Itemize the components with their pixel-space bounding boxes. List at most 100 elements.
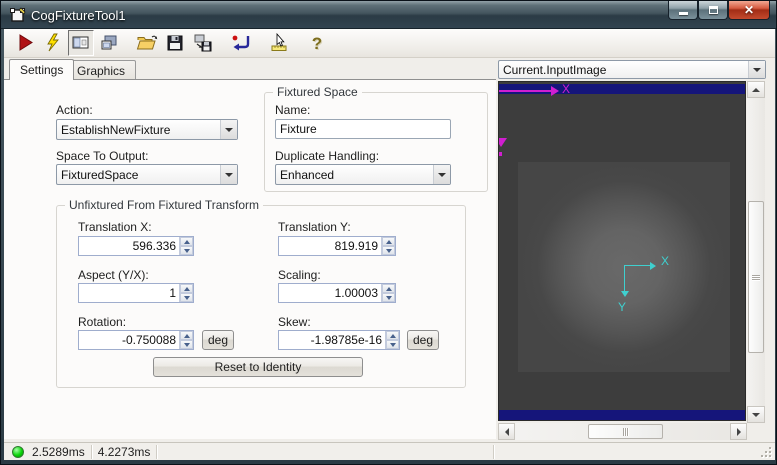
space-to-output-selected-value: FixturedSpace [57, 168, 220, 182]
spin-down-button[interactable] [180, 293, 193, 302]
measure-button[interactable] [266, 30, 292, 56]
title-bar[interactable]: CogFixtureTool1 [1, 1, 777, 29]
tab-settings[interactable]: Settings [9, 59, 74, 80]
duplicate-handling-dropdown[interactable]: Enhanced [275, 164, 451, 185]
status-divider [493, 445, 494, 459]
spin-down-button[interactable] [180, 340, 193, 349]
rotation-deg-button[interactable]: deg [202, 330, 234, 350]
cyan-y-arrowhead-icon [621, 291, 629, 297]
image-bottom-band [499, 410, 746, 420]
skew-spinner [385, 331, 399, 349]
lightning-icon [43, 33, 63, 53]
spin-up-button[interactable] [180, 237, 193, 246]
scaling-label: Scaling: [278, 268, 321, 282]
aspect-field [78, 283, 194, 303]
cyan-x-axis-label: X [661, 254, 669, 268]
magenta-x-arrowhead-icon [551, 86, 559, 96]
image-pane-toggle-button[interactable] [68, 30, 94, 56]
status-divider [156, 445, 157, 459]
vertical-scrollbar[interactable] [747, 81, 765, 423]
dropdown-arrow-icon[interactable] [433, 165, 450, 184]
skew-label: Skew: [278, 315, 311, 329]
aspect-label: Aspect (Y/X): [78, 268, 149, 282]
open-file-button[interactable] [134, 30, 160, 56]
magenta-x-axis-line [499, 90, 551, 92]
status-time-1: 2.5289ms [32, 445, 85, 459]
save-icon [165, 33, 185, 53]
aspect-spinner [179, 284, 193, 302]
save-file-button[interactable] [162, 30, 188, 56]
translation-x-spinner [179, 237, 193, 255]
spin-up-button[interactable] [382, 237, 395, 246]
translation-x-label: Translation X: [78, 220, 152, 234]
skew-input[interactable] [279, 331, 385, 349]
action-dropdown[interactable]: EstablishNewFixture [56, 119, 238, 140]
translation-y-input[interactable] [279, 237, 381, 255]
save-image-button[interactable] [190, 30, 216, 56]
dropdown-arrow-icon[interactable] [220, 165, 237, 184]
electric-run-button[interactable] [40, 30, 66, 56]
translation-y-spinner [381, 237, 395, 255]
status-led-icon [12, 446, 24, 458]
image-display[interactable]: X X Y [498, 81, 746, 421]
dropdown-arrow-icon[interactable] [220, 120, 237, 139]
scroll-right-button[interactable] [730, 423, 747, 440]
cyan-y-axis-line [624, 265, 625, 291]
spin-down-button[interactable] [386, 340, 399, 349]
maximize-button[interactable] [698, 1, 728, 20]
cyan-x-arrowhead-icon [650, 262, 656, 270]
aspect-input[interactable] [79, 284, 179, 302]
spin-down-button[interactable] [180, 246, 193, 255]
vertical-scroll-thumb[interactable] [748, 201, 764, 353]
translation-y-field [278, 236, 396, 256]
duplicate-handling-label: Duplicate Handling: [275, 149, 379, 163]
translation-x-input[interactable] [79, 237, 179, 255]
fixture-tool-icon [9, 6, 27, 24]
spin-down-button[interactable] [382, 293, 395, 302]
image-source-dropdown[interactable]: Current.InputImage [498, 60, 766, 79]
image-top-band [499, 84, 746, 94]
name-input[interactable] [275, 119, 451, 139]
resize-grip[interactable] [761, 447, 771, 457]
transform-group-title: Unfixtured From Fixtured Transform [65, 198, 263, 212]
minimize-button[interactable] [668, 1, 698, 20]
minimize-icon [679, 12, 688, 15]
pointer-ruler-icon [268, 33, 290, 53]
skew-deg-button[interactable]: deg [407, 330, 439, 350]
fixtured-space-group: Fixtured Space Name: Duplicate Handling:… [264, 92, 488, 192]
tab-graphics[interactable]: Graphics [66, 60, 136, 80]
reset-to-identity-button[interactable]: Reset to Identity [153, 357, 363, 377]
name-label: Name: [275, 103, 310, 117]
reset-tool-button[interactable] [228, 30, 254, 56]
space-to-output-dropdown[interactable]: FixturedSpace [56, 164, 238, 185]
scroll-left-button[interactable] [498, 423, 515, 440]
horizontal-scrollbar[interactable] [498, 423, 747, 440]
fixtured-space-group-title: Fixtured Space [273, 85, 362, 99]
horizontal-scroll-thumb[interactable] [588, 424, 663, 439]
float-window-button[interactable] [96, 30, 122, 56]
image-source-selected-value: Current.InputImage [499, 63, 748, 77]
magenta-x-axis-label: X [562, 82, 570, 96]
scaling-input[interactable] [279, 284, 381, 302]
rotation-input[interactable] [79, 331, 179, 349]
rotation-field [78, 330, 194, 350]
spin-up-button[interactable] [180, 284, 193, 293]
dropdown-arrow-icon[interactable] [748, 61, 765, 78]
cyan-y-axis-label: Y [618, 300, 626, 314]
spin-down-button[interactable] [382, 246, 395, 255]
run-button[interactable] [12, 30, 38, 56]
scroll-up-button[interactable] [747, 81, 765, 98]
close-icon: ✕ [744, 4, 754, 16]
scroll-down-button[interactable] [747, 406, 765, 423]
spin-up-button[interactable] [180, 331, 193, 340]
help-icon: ? [312, 35, 322, 52]
run-icon [15, 33, 35, 53]
magenta-y-arrowhead-icon [498, 138, 507, 147]
help-button[interactable]: ? [304, 30, 330, 56]
spin-up-button[interactable] [386, 331, 399, 340]
transform-group: Unfixtured From Fixtured Transform Trans… [56, 205, 466, 388]
window-title: CogFixtureTool1 [31, 8, 126, 23]
close-button[interactable]: ✕ [728, 1, 770, 20]
reset-arrow-icon [230, 33, 252, 53]
spin-up-button[interactable] [382, 284, 395, 293]
